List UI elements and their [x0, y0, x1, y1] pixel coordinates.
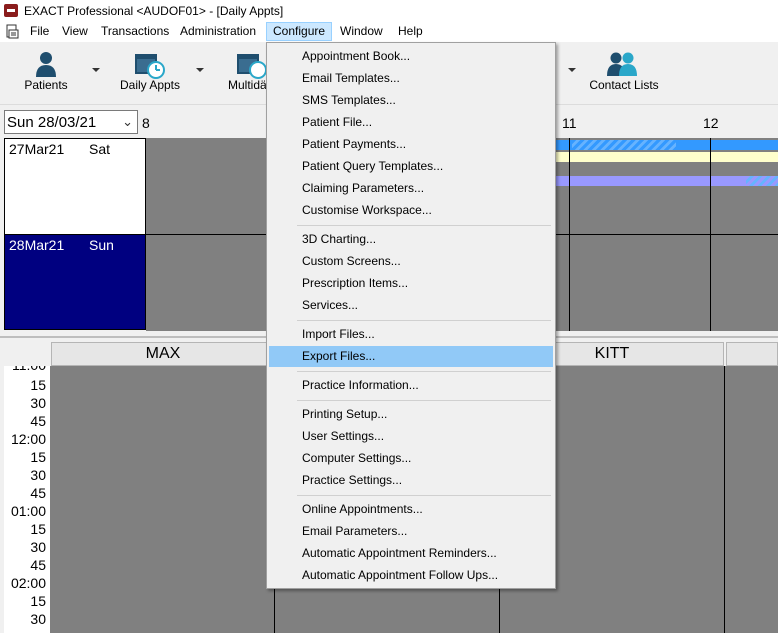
contact-lists-icon: [607, 52, 637, 76]
daily-appts-icon: [135, 54, 165, 79]
menu-window[interactable]: Window: [334, 22, 389, 41]
chevron-down-icon[interactable]: ⌄: [122, 114, 133, 130]
configure-menu: Appointment Book... Email Templates... S…: [266, 42, 556, 589]
appt-bar[interactable]: [556, 152, 778, 162]
document-icon[interactable]: [6, 24, 19, 39]
menu-separator: [297, 400, 551, 401]
menu-separator: [297, 495, 551, 496]
menu-import-files[interactable]: Import Files...: [269, 324, 553, 345]
contact-dropdown-arrow[interactable]: [568, 68, 576, 72]
time-label: 30: [30, 395, 46, 411]
window-title: EXACT Professional <AUDOF01> - [Daily Ap…: [24, 4, 284, 18]
menu-3d-charting[interactable]: 3D Charting...: [269, 229, 553, 250]
contact-lists-label: Contact Lists: [589, 78, 659, 92]
day-row-sun[interactable]: 28Mar21 Sun: [4, 234, 146, 330]
menu-separator: [297, 225, 551, 226]
daily-appts-label: Daily Appts: [119, 78, 181, 92]
menu-transactions[interactable]: Transactions: [95, 22, 175, 41]
appt-bar[interactable]: [572, 140, 676, 150]
daily-appts-button[interactable]: Daily Appts: [114, 46, 186, 100]
menu-computer-settings[interactable]: Computer Settings...: [269, 448, 553, 469]
patient-icon: [36, 52, 56, 77]
hour-divider: [569, 235, 570, 331]
hour-label: 11: [562, 115, 577, 131]
title-bar: EXACT Professional <AUDOF01> - [Daily Ap…: [0, 0, 778, 22]
menu-practice-settings[interactable]: Practice Settings...: [269, 470, 553, 491]
menu-automatic-appointment-reminders[interactable]: Automatic Appointment Reminders...: [269, 543, 553, 564]
time-label: 45: [30, 557, 46, 573]
menu-patient-payments[interactable]: Patient Payments...: [269, 134, 553, 155]
day-date: 27Mar21: [9, 141, 65, 157]
menu-help[interactable]: Help: [392, 22, 429, 41]
menu-prescription-items[interactable]: Prescription Items...: [269, 273, 553, 294]
menu-services[interactable]: Services...: [269, 295, 553, 316]
multiday-icon: [237, 54, 267, 79]
time-label: 01:00: [10, 503, 46, 519]
menu-view[interactable]: View: [56, 22, 94, 41]
menu-separator: [297, 320, 551, 321]
date-picker[interactable]: Sun 28/03/21 ⌄: [4, 110, 138, 134]
appt-bar[interactable]: [556, 176, 778, 186]
menu-patient-query-templates[interactable]: Patient Query Templates...: [269, 156, 553, 177]
column-header-next[interactable]: [726, 342, 778, 366]
appt-bar[interactable]: [746, 176, 778, 186]
hour-label: 8: [142, 115, 150, 131]
time-column: 11:00 15 30 45 12:00 15 30 45 01:00 15 3…: [4, 366, 51, 633]
time-label: 11:00: [12, 366, 46, 373]
patients-button[interactable]: Patients: [14, 46, 78, 100]
daily-appts-dropdown-arrow[interactable]: [196, 68, 204, 72]
time-label: 45: [30, 413, 46, 429]
hour-divider: [710, 138, 711, 236]
menu-custom-screens[interactable]: Custom Screens...: [269, 251, 553, 272]
menu-practice-information[interactable]: Practice Information...: [269, 375, 553, 396]
time-label: 45: [30, 485, 46, 501]
menu-separator: [297, 371, 551, 372]
time-label: 15: [30, 377, 46, 393]
menu-patient-file[interactable]: Patient File...: [269, 112, 553, 133]
time-label: 30: [30, 539, 46, 555]
patients-label: Patients: [24, 78, 68, 92]
contact-lists-button[interactable]: Contact Lists: [586, 46, 662, 100]
time-label: 30: [30, 467, 46, 483]
menu-user-settings[interactable]: User Settings...: [269, 426, 553, 447]
menu-sms-templates[interactable]: SMS Templates...: [269, 90, 553, 111]
app-icon[interactable]: [4, 4, 18, 17]
time-label: 15: [30, 521, 46, 537]
day-name: Sat: [89, 141, 111, 157]
day-date: 28Mar21: [9, 237, 65, 253]
menu-email-templates[interactable]: Email Templates...: [269, 68, 553, 89]
patients-dropdown-arrow[interactable]: [92, 68, 100, 72]
menu-configure[interactable]: Configure: [266, 22, 333, 41]
menu-customise-workspace[interactable]: Customise Workspace...: [269, 200, 553, 221]
hour-divider: [710, 235, 711, 331]
menu-export-files[interactable]: Export Files...: [269, 346, 553, 367]
time-label: 30: [30, 611, 46, 627]
column-header-max[interactable]: MAX: [51, 342, 275, 366]
hour-divider: [569, 138, 570, 236]
time-label: 15: [30, 593, 46, 609]
time-label: 15: [30, 449, 46, 465]
column-divider: [724, 366, 725, 633]
hour-label: 12: [703, 115, 719, 131]
menu-bar: File View Transactions Administration Co…: [0, 22, 778, 42]
time-label: 12:00: [10, 431, 46, 447]
date-picker-value: Sun 28/03/21: [7, 114, 97, 131]
day-name: Sun: [89, 237, 114, 253]
menu-claiming-parameters[interactable]: Claiming Parameters...: [269, 178, 553, 199]
menu-appointment-book[interactable]: Appointment Book...: [269, 46, 553, 67]
menu-email-parameters[interactable]: Email Parameters...: [269, 521, 553, 542]
menu-file[interactable]: File: [24, 22, 55, 41]
menu-printing-setup[interactable]: Printing Setup...: [269, 404, 553, 425]
menu-automatic-appointment-follow-ups[interactable]: Automatic Appointment Follow Ups...: [269, 565, 553, 586]
menu-administration[interactable]: Administration: [174, 22, 262, 41]
time-label: 02:00: [10, 575, 46, 591]
menu-online-appointments[interactable]: Online Appointments...: [269, 499, 553, 520]
day-row-sat[interactable]: 27Mar21 Sat: [4, 138, 146, 236]
